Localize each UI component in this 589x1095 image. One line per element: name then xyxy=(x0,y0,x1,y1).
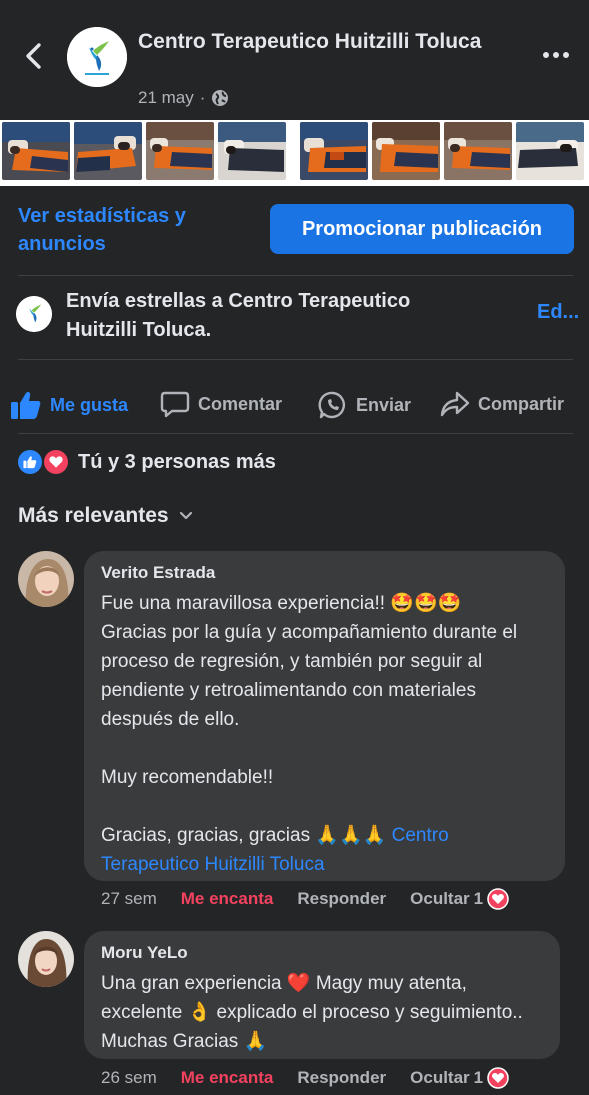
comment-author[interactable]: Verito Estrada xyxy=(101,563,215,583)
edit-stars-link[interactable]: Ed... xyxy=(537,301,579,324)
divider xyxy=(18,433,573,434)
share-arrow-icon xyxy=(440,391,470,417)
share-button[interactable]: Compartir xyxy=(440,390,564,418)
like-button[interactable]: Me gusta xyxy=(10,390,128,420)
back-button[interactable] xyxy=(22,42,46,70)
love-reaction-button[interactable]: Me encanta xyxy=(181,1068,274,1088)
divider xyxy=(18,275,573,276)
comment-bubble: Verito Estrada Fue una maravillosa exper… xyxy=(84,551,565,881)
hummingbird-logo-icon xyxy=(16,296,52,332)
comment-time[interactable]: 26 sem xyxy=(101,1068,157,1088)
comment-reaction-count: 1 xyxy=(473,889,484,908)
reactions-text: Tú y 3 personas más xyxy=(78,450,276,473)
photo-group-right xyxy=(300,122,584,180)
photo-thumbnail[interactable] xyxy=(74,122,142,180)
comment-body: Fue una maravillosa experiencia!! 🤩🤩🤩 Gr… xyxy=(101,593,518,846)
comment-text: Fue una maravillosa experiencia!! 🤩🤩🤩 Gr… xyxy=(101,589,551,879)
post-action-bar: Me gusta Comentar Enviar Compartir xyxy=(0,378,589,432)
photo-thumbnail[interactable] xyxy=(516,122,584,180)
love-reaction-button[interactable]: Me encanta xyxy=(181,889,274,909)
whatsapp-icon xyxy=(318,391,346,419)
send-stars-row[interactable]: Envía estrellas a Centro Terapeutico Hui… xyxy=(0,277,589,359)
photo-thumbnail[interactable] xyxy=(2,122,70,180)
more-options-button[interactable] xyxy=(540,45,572,65)
reactions-summary[interactable]: Tú y 3 personas más xyxy=(18,450,276,474)
comment-bubble: Moru YeLo Una gran experiencia ❤️ Magy m… xyxy=(84,931,560,1059)
commenter-avatar[interactable] xyxy=(18,551,74,607)
sort-label: Más relevantes xyxy=(18,504,169,527)
comment-meta: 26 sem Me encanta Responder Ocultar 1 xyxy=(101,1067,509,1089)
promote-post-button[interactable]: Promocionar publicación xyxy=(270,204,574,254)
more-dot-icon xyxy=(563,52,569,58)
comment-author[interactable]: Moru YeLo xyxy=(101,943,188,963)
love-reaction-icon xyxy=(44,450,68,474)
comment-reaction-count: 1 xyxy=(473,1068,484,1087)
comment-meta: 27 sem Me encanta Responder Ocultar 1 xyxy=(101,888,509,910)
post-header: Centro Terapeutico Huitzilli Toluca 21 m… xyxy=(0,0,589,120)
chevron-down-icon xyxy=(179,511,192,520)
share-label: Compartir xyxy=(478,393,565,414)
post-admin-actions: Ver estadísticas y anuncios Promocionar … xyxy=(0,186,589,276)
comment-icon xyxy=(160,391,190,418)
post-date[interactable]: 21 may xyxy=(138,88,194,108)
more-dot-icon xyxy=(543,52,549,58)
like-reaction-icon xyxy=(18,450,42,474)
chevron-left-icon xyxy=(26,43,41,69)
photo-strip[interactable] xyxy=(0,120,589,186)
photo-thumbnail[interactable] xyxy=(146,122,214,180)
page-title[interactable]: Centro Terapeutico Huitzilli Toluca xyxy=(138,28,498,56)
thumbs-up-icon xyxy=(11,392,41,419)
divider xyxy=(18,359,573,360)
send-button[interactable]: Enviar xyxy=(318,390,411,420)
meta-separator: · xyxy=(199,88,206,107)
more-dot-icon xyxy=(553,52,559,58)
hide-button[interactable]: Ocultar xyxy=(410,889,470,909)
love-reaction-icon xyxy=(487,888,509,910)
photo-group-left xyxy=(2,122,286,180)
view-insights-link[interactable]: Ver estadísticas y anuncios xyxy=(18,202,258,258)
page-avatar-small xyxy=(16,296,52,332)
photo-thumbnail[interactable] xyxy=(372,122,440,180)
reply-button[interactable]: Responder xyxy=(297,1068,386,1088)
like-label: Me gusta xyxy=(50,394,129,415)
send-stars-text: Envía estrellas a Centro Terapeutico Hui… xyxy=(66,290,411,341)
comment-button[interactable]: Comentar xyxy=(160,390,282,418)
send-label: Enviar xyxy=(356,394,412,415)
photo-thumbnail[interactable] xyxy=(300,122,368,180)
hummingbird-logo-icon xyxy=(67,27,127,87)
comment-label: Comentar xyxy=(198,393,283,414)
comment-time[interactable]: 27 sem xyxy=(101,889,157,909)
photo-thumbnail[interactable] xyxy=(444,122,512,180)
globe-icon xyxy=(212,90,229,106)
love-reaction-icon xyxy=(487,1067,509,1089)
comment-text: Una gran experiencia ❤️ Magy muy atenta,… xyxy=(101,973,529,1052)
comment-sort-dropdown[interactable]: Más relevantes xyxy=(18,504,193,528)
photo-thumbnail[interactable] xyxy=(218,122,286,180)
reply-button[interactable]: Responder xyxy=(297,889,386,909)
hide-button[interactable]: Ocultar xyxy=(410,1068,470,1088)
page-avatar[interactable] xyxy=(67,27,127,87)
commenter-avatar[interactable] xyxy=(18,931,74,987)
post-meta: 21 may · xyxy=(138,88,229,108)
